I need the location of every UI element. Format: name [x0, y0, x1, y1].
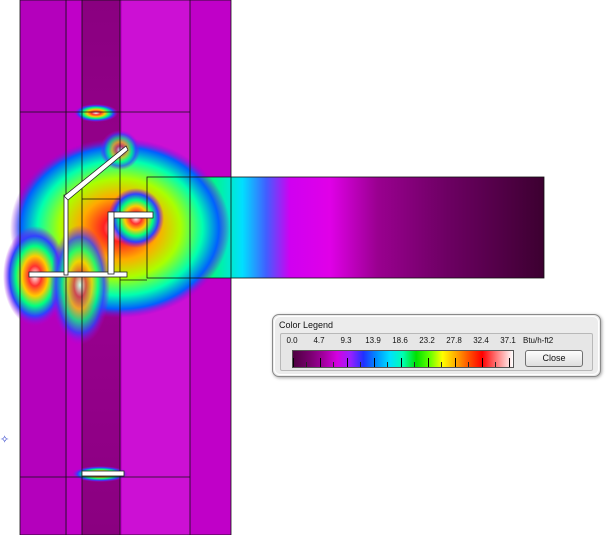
color-scale-bar	[292, 350, 514, 368]
window-title: Color Legend	[279, 320, 334, 330]
thermal-plot	[3, 0, 545, 535]
color-legend-window: Color Legend 0.0 4.7 9.3 13.9 18.6 23.2 …	[272, 314, 601, 377]
tick-label: 27.8	[446, 336, 462, 345]
tick-label: 32.4	[473, 336, 489, 345]
legend-group: 0.0 4.7 9.3 13.9 18.6 23.2 27.8 32.4 37.…	[280, 333, 593, 371]
minor-tick	[441, 362, 442, 367]
minor-tick	[360, 362, 361, 367]
major-tick	[401, 358, 402, 367]
major-tick	[509, 358, 510, 367]
major-tick	[428, 358, 429, 367]
major-tick	[482, 358, 483, 367]
tick-labels: 0.0 4.7 9.3 13.9 18.6 23.2 27.8 32.4 37.…	[286, 336, 515, 348]
close-button[interactable]: Close	[525, 350, 583, 367]
major-tick	[347, 358, 348, 367]
minor-tick	[387, 362, 388, 367]
minor-tick	[495, 362, 496, 367]
minor-tick	[306, 362, 307, 367]
major-tick	[455, 358, 456, 367]
tick-label: 9.3	[340, 336, 352, 345]
major-tick	[293, 358, 294, 367]
minor-tick	[468, 362, 469, 367]
tick-label: 0.0	[286, 336, 298, 345]
tick-label: 23.2	[419, 336, 435, 345]
major-tick	[374, 358, 375, 367]
major-tick	[320, 358, 321, 367]
tick-label: 13.9	[365, 336, 381, 345]
scale-ticks	[293, 351, 513, 367]
minor-tick	[414, 362, 415, 367]
tick-label: 18.6	[392, 336, 408, 345]
star-marker-icon: ✧	[0, 434, 10, 446]
minor-tick	[333, 362, 334, 367]
tick-label: 4.7	[313, 336, 325, 345]
tick-label: 37.1	[500, 336, 516, 345]
units-label: Btu/h-ft2	[523, 336, 554, 345]
